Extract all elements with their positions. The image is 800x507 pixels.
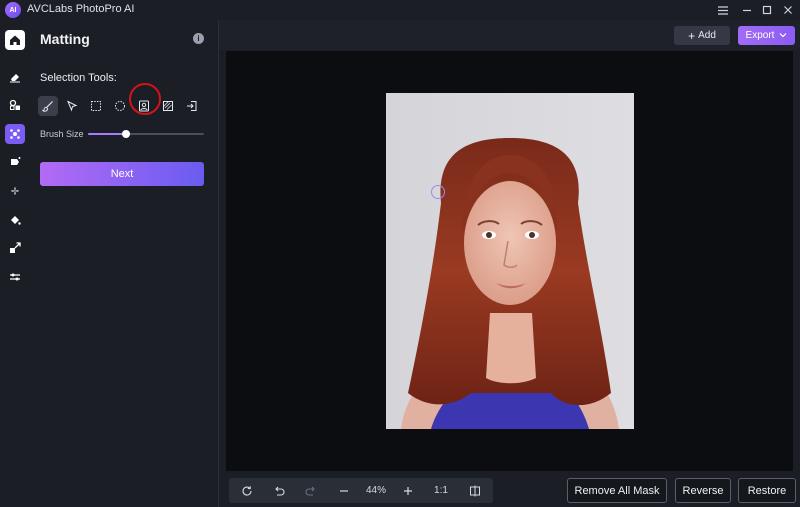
actual-size-button[interactable]: 1:1: [430, 478, 452, 503]
image-canvas[interactable]: [226, 51, 793, 471]
fan-icon[interactable]: [5, 181, 25, 201]
enhance-icon[interactable]: [5, 152, 25, 172]
export-button-label: Export: [745, 30, 775, 41]
add-button[interactable]: + Add: [674, 26, 730, 45]
brush-cursor: [431, 185, 445, 199]
brush-size-label: Brush Size: [40, 129, 84, 139]
maximize-icon[interactable]: [758, 1, 776, 19]
zoom-out-icon[interactable]: [334, 478, 354, 503]
portrait-photo[interactable]: [386, 93, 634, 429]
minimize-icon[interactable]: [738, 1, 756, 19]
reset-view-icon[interactable]: [237, 478, 257, 503]
app-title: AVCLabs PhotoPro AI: [27, 3, 135, 15]
brush-size-slider[interactable]: [88, 130, 204, 138]
paint-bucket-icon[interactable]: [5, 210, 25, 230]
matting-panel: Matting i Selection Tools: Brush Size Ne…: [30, 20, 218, 507]
plus-icon: +: [688, 28, 696, 43]
tool-rail: [0, 20, 30, 507]
chevron-down-icon: [779, 30, 787, 41]
compare-icon[interactable]: [465, 478, 485, 503]
app-logo-text: AI: [9, 6, 17, 14]
add-button-label: Add: [698, 30, 716, 41]
undo-icon[interactable]: [269, 478, 289, 503]
remove-all-mask-button[interactable]: Remove All Mask: [567, 478, 667, 503]
brush-size-slider-fill: [88, 133, 127, 135]
shapes-icon[interactable]: [5, 95, 25, 115]
brush-icon[interactable]: [38, 96, 58, 116]
panel-title: Matting: [40, 31, 90, 47]
next-button[interactable]: Next: [40, 162, 204, 186]
panel-divider: [218, 20, 219, 507]
resize-icon[interactable]: [5, 238, 25, 258]
redo-icon[interactable]: [301, 478, 321, 503]
title-bar: AI AVCLabs PhotoPro AI: [0, 0, 800, 20]
canvas-toolbar: 44% 1:1: [229, 478, 493, 503]
zoom-in-icon[interactable]: [398, 478, 418, 503]
matting-icon[interactable]: [5, 124, 25, 144]
home-icon[interactable]: [5, 30, 25, 50]
close-icon[interactable]: [779, 1, 797, 19]
menu-icon[interactable]: [714, 1, 732, 19]
brush-size-slider-thumb[interactable]: [122, 130, 131, 138]
hatch-select-icon[interactable]: [158, 96, 178, 116]
eraser-icon[interactable]: [5, 67, 25, 87]
restore-button[interactable]: Restore: [738, 478, 796, 503]
adjust-sliders-icon[interactable]: [5, 267, 25, 287]
portrait-image: [386, 93, 634, 429]
rectangle-select-icon[interactable]: [86, 96, 106, 116]
app-logo-icon: AI: [5, 2, 21, 18]
reverse-button[interactable]: Reverse: [675, 478, 731, 503]
selection-tools-label: Selection Tools:: [40, 72, 117, 84]
zoom-level: 44%: [365, 485, 386, 496]
pointer-icon[interactable]: [62, 96, 82, 116]
import-icon[interactable]: [182, 96, 202, 116]
top-bar: + Add Export: [219, 20, 800, 50]
ellipse-select-icon[interactable]: [110, 96, 130, 116]
export-button[interactable]: Export: [738, 26, 795, 45]
portrait-select-icon[interactable]: [134, 96, 154, 116]
info-icon[interactable]: i: [193, 33, 204, 44]
